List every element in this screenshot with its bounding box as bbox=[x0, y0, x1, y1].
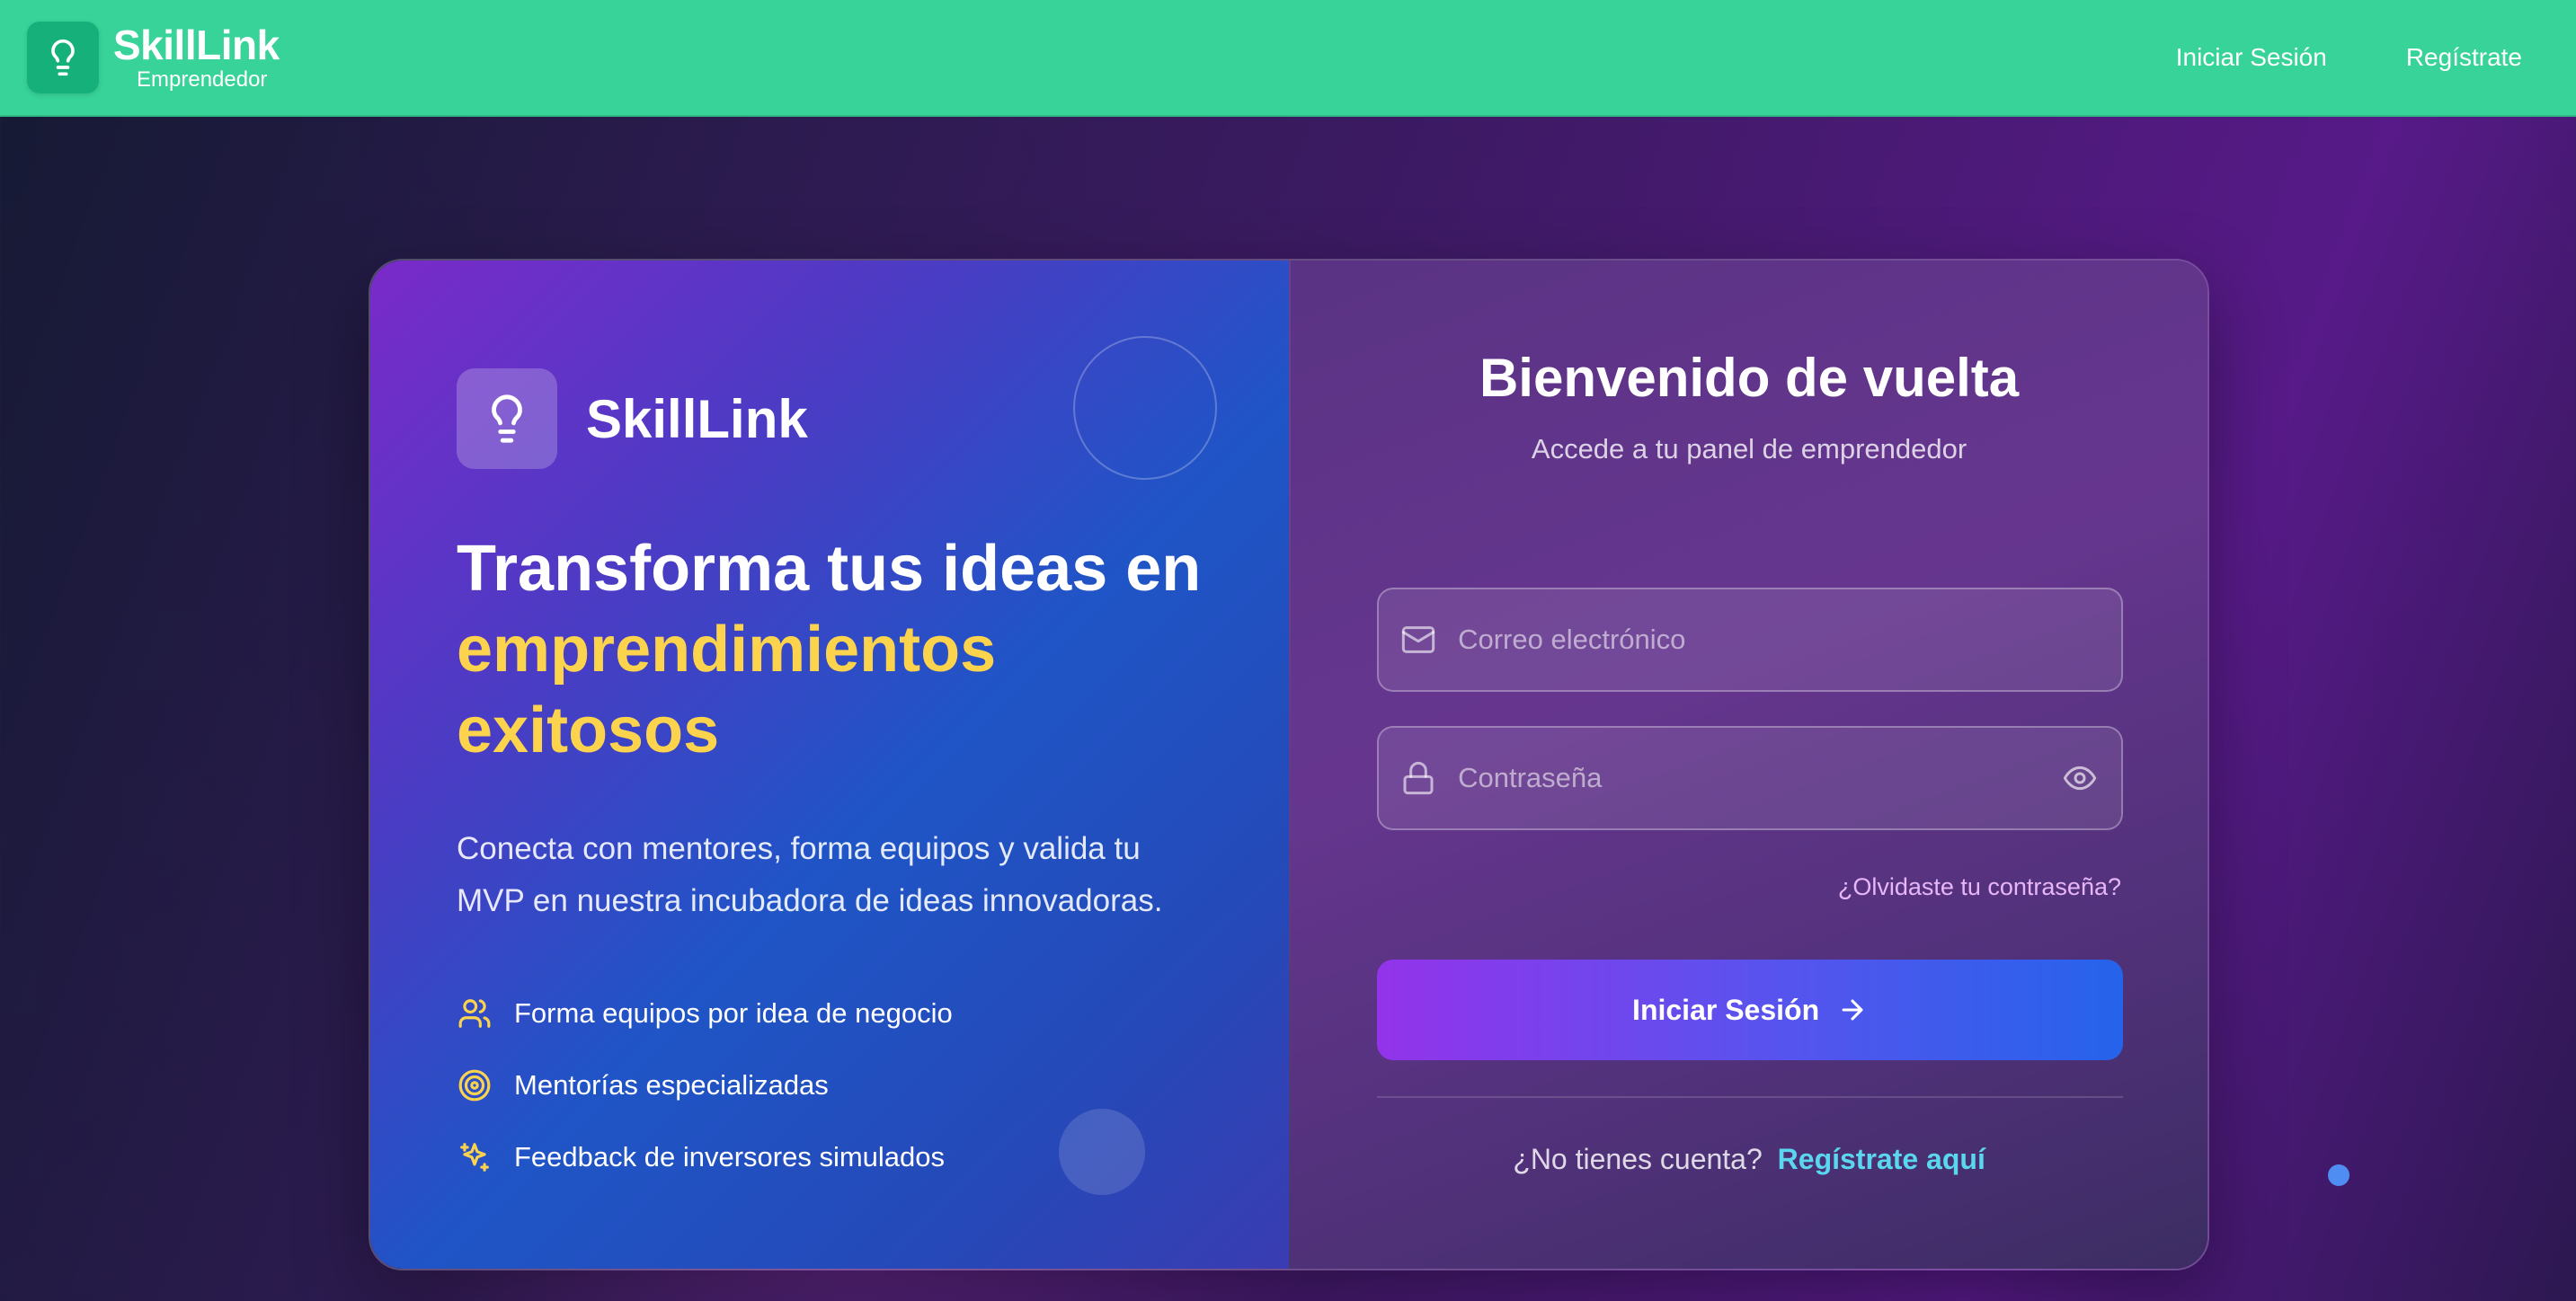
feature-label: Forma equipos por idea de negocio bbox=[514, 997, 953, 1029]
login-card: SkillLink Transforma tus ideas en empren… bbox=[369, 259, 2209, 1270]
register-link[interactable]: Regístrate aquí bbox=[1778, 1143, 1985, 1175]
feature-label: Mentorías especializadas bbox=[514, 1069, 829, 1101]
promo-headline: Transforma tus ideas en emprendimientos … bbox=[457, 528, 1248, 771]
sparkles-icon bbox=[457, 1139, 493, 1175]
arrow-right-icon bbox=[1837, 995, 1868, 1025]
decorative-circle-filled bbox=[1059, 1109, 1145, 1195]
submit-label: Iniciar Sesión bbox=[1632, 993, 1820, 1026]
feature-label: Feedback de inversores simulados bbox=[514, 1141, 946, 1173]
password-input[interactable] bbox=[1458, 728, 2059, 828]
decorative-dot bbox=[2328, 1164, 2349, 1186]
top-nav-links: Iniciar Sesión Regístrate bbox=[2097, 43, 2522, 72]
email-field[interactable] bbox=[1377, 588, 2124, 692]
nav-register-link[interactable]: Regístrate bbox=[2406, 43, 2522, 72]
promo-panel: SkillLink Transforma tus ideas en empren… bbox=[370, 261, 1290, 1269]
login-submit-button[interactable]: Iniciar Sesión bbox=[1377, 960, 2124, 1060]
form-divider bbox=[1377, 1096, 2124, 1098]
forgot-password-link[interactable]: ¿Olvidaste tu contraseña? bbox=[1838, 873, 2121, 901]
headline-line-yellow-2: exitosos bbox=[457, 695, 720, 766]
lightbulb-icon bbox=[27, 22, 99, 93]
mail-icon bbox=[1399, 620, 1438, 659]
login-title: Bienvenido de vuelta bbox=[1479, 348, 2020, 408]
headline-line-white: Transforma tus ideas en bbox=[457, 533, 1202, 605]
brand-subtitle: Emprendedor bbox=[137, 67, 268, 92]
decorative-circle-outline bbox=[1073, 336, 1217, 480]
password-field[interactable] bbox=[1377, 726, 2124, 830]
feature-list: Forma equipos por idea de negocio Mentor… bbox=[457, 978, 1289, 1193]
lightbulb-icon bbox=[457, 368, 557, 469]
promo-brand-name: SkillLink bbox=[586, 388, 808, 449]
promo-description: Conecta con mentores, forma equipos y va… bbox=[457, 831, 1163, 918]
brand-title: SkillLink bbox=[113, 22, 280, 68]
brand-logo[interactable]: SkillLink Emprendedor bbox=[27, 22, 280, 93]
headline-line-yellow-1: emprendimientos bbox=[457, 614, 997, 686]
target-icon bbox=[457, 1067, 493, 1103]
lock-icon bbox=[1399, 758, 1438, 798]
top-navbar: SkillLink Emprendedor Iniciar Sesión Reg… bbox=[0, 0, 2576, 117]
signup-prompt: ¿No tienes cuenta? Regístrate aquí bbox=[1291, 1143, 2207, 1176]
feature-item: Forma equipos por idea de negocio bbox=[457, 978, 1289, 1049]
feature-item: Mentorías especializadas bbox=[457, 1049, 1289, 1121]
login-subtitle: Accede a tu panel de emprendedor bbox=[1531, 433, 1968, 465]
feature-item: Feedback de inversores simulados bbox=[457, 1121, 1289, 1193]
users-icon bbox=[457, 996, 493, 1031]
email-input[interactable] bbox=[1458, 589, 2122, 690]
nav-login-link[interactable]: Iniciar Sesión bbox=[2176, 43, 2327, 72]
no-account-text: ¿No tienes cuenta? bbox=[1513, 1143, 1763, 1175]
login-form-panel: Bienvenido de vuelta Accede a tu panel d… bbox=[1289, 261, 2207, 1269]
eye-icon[interactable] bbox=[2058, 757, 2101, 800]
